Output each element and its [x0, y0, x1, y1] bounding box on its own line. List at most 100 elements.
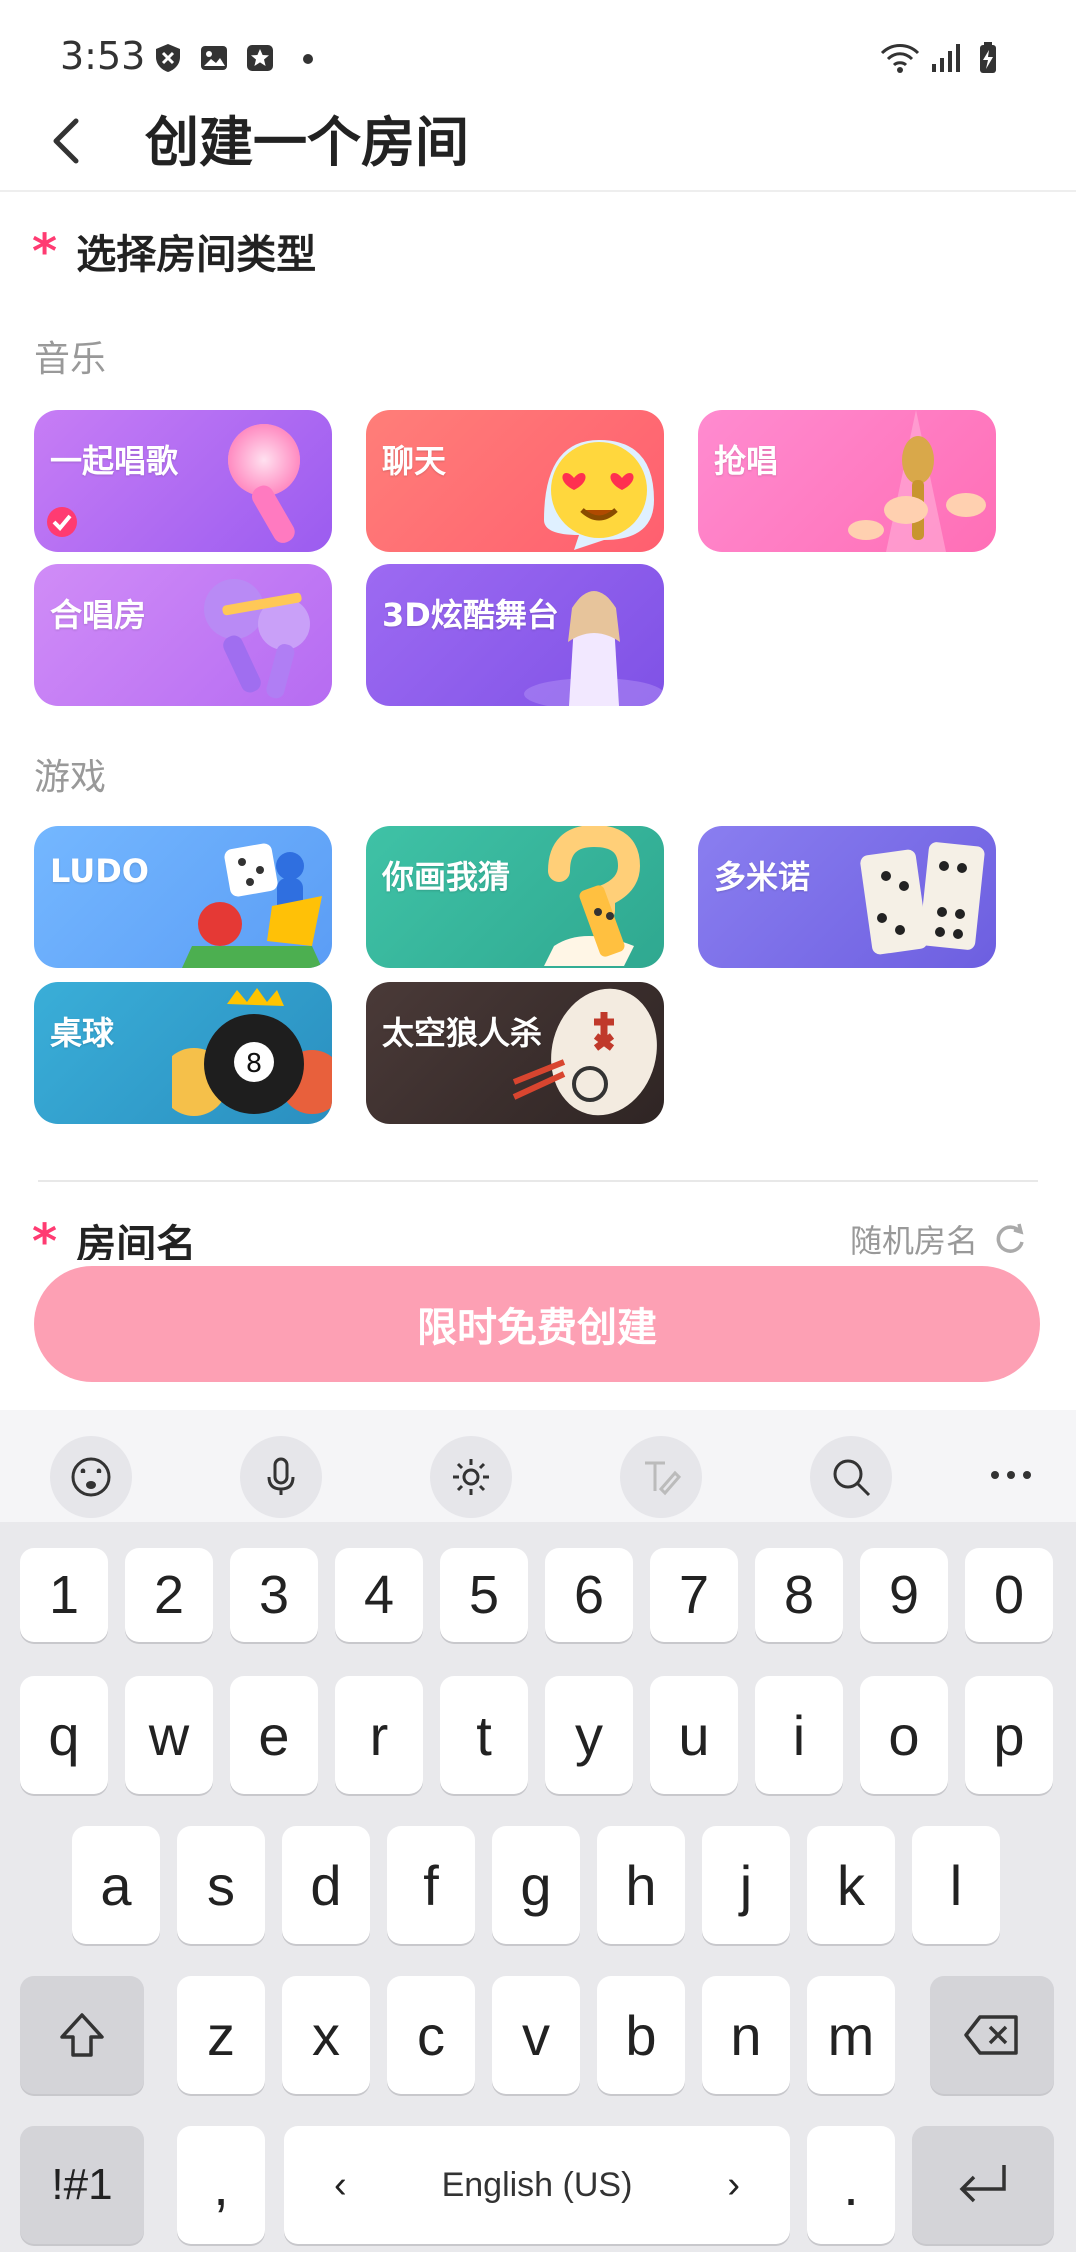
period-key[interactable]: . — [807, 2126, 895, 2244]
settings-icon — [453, 1459, 489, 1495]
key-j[interactable]: j — [702, 1826, 790, 1944]
key-m[interactable]: m — [807, 1976, 895, 2094]
werewolf-mask-icon — [512, 988, 657, 1116]
room-type-tile-draw-guess[interactable]: 你画我猜 — [366, 826, 664, 968]
domino-icon — [860, 842, 985, 955]
key-z[interactable]: z — [177, 1976, 265, 2094]
soft-keyboard: 1 2 3 4 5 6 7 8 9 0 q w e r t y u i o p … — [0, 1522, 1076, 2252]
group-title-games: 游戏 — [34, 757, 107, 798]
refresh-icon — [996, 1223, 1024, 1253]
key-2[interactable]: 2 — [125, 1548, 213, 1642]
tile-label: 你画我猜 — [382, 858, 511, 896]
key-c[interactable]: c — [387, 1976, 475, 2094]
room-type-tile-3d-stage[interactable]: 3D炫酷舞台 — [366, 564, 664, 706]
comma-key[interactable]: , — [177, 2126, 265, 2244]
key-p[interactable]: p — [965, 1676, 1053, 1794]
key-6[interactable]: 6 — [545, 1548, 633, 1642]
room-type-tile-sing-together[interactable]: 一起唱歌 — [34, 410, 332, 552]
double-mic-icon — [204, 579, 310, 699]
section-divider — [38, 1180, 1038, 1182]
key-8[interactable]: 8 — [755, 1548, 843, 1642]
keyboard-search-button[interactable] — [810, 1436, 892, 1518]
key-9[interactable]: 9 — [860, 1548, 948, 1642]
key-f[interactable]: f — [387, 1826, 475, 1944]
key-4[interactable]: 4 — [335, 1548, 423, 1642]
symbols-key[interactable]: !#1 — [20, 2126, 144, 2244]
key-v[interactable]: v — [492, 1976, 580, 2094]
required-star: * — [32, 1214, 58, 1260]
star-badge-icon — [247, 45, 273, 71]
room-type-tile-chorus[interactable]: 合唱房 — [34, 564, 332, 706]
svg-text:8: 8 — [246, 1049, 263, 1079]
more-options-button[interactable] — [980, 1444, 1042, 1506]
room-name-section-header: * 房间名 — [32, 1212, 196, 1260]
app-header: 创建一个房间 — [0, 90, 1076, 192]
room-type-tile-grab-sing[interactable]: 抢唱 — [698, 410, 996, 552]
search-icon — [833, 1459, 871, 1497]
wifi-icon — [880, 44, 920, 73]
space-bar[interactable]: ‹ English (US) › — [284, 2126, 790, 2244]
room-type-tile-chat[interactable]: 聊天 — [366, 410, 664, 552]
dot-icon — [303, 54, 313, 64]
key-t[interactable]: t — [440, 1676, 528, 1794]
voice-input-button[interactable] — [240, 1436, 322, 1518]
key-g[interactable]: g — [492, 1826, 580, 1944]
room-type-tile-ludo[interactable]: LUDO — [34, 826, 332, 968]
key-a[interactable]: a — [72, 1826, 160, 1944]
shift-key[interactable] — [20, 1976, 144, 2094]
handwriting-button[interactable] — [620, 1436, 702, 1518]
backspace-key[interactable] — [930, 1976, 1054, 2094]
key-l[interactable]: l — [912, 1826, 1000, 1944]
more-icon — [991, 1471, 1031, 1479]
enter-icon — [959, 2165, 1006, 2203]
key-r[interactable]: r — [335, 1676, 423, 1794]
status-time: 3:53 — [60, 34, 146, 78]
selected-check-icon — [47, 507, 77, 537]
key-3[interactable]: 3 — [230, 1548, 318, 1642]
key-h[interactable]: h — [597, 1826, 685, 1944]
handwriting-icon — [645, 1461, 682, 1496]
key-0[interactable]: 0 — [965, 1548, 1053, 1642]
billiard-ball-icon: 8 — [172, 988, 332, 1116]
key-e[interactable]: e — [230, 1676, 318, 1794]
key-b[interactable]: b — [597, 1976, 685, 2094]
microphone-icon — [228, 424, 300, 543]
key-s[interactable]: s — [177, 1826, 265, 1944]
keyboard-settings-button[interactable] — [430, 1436, 512, 1518]
key-o[interactable]: o — [860, 1676, 948, 1794]
ludo-dice-icon — [182, 843, 322, 968]
key-7[interactable]: 7 — [650, 1548, 738, 1642]
backspace-icon — [964, 2015, 1018, 2055]
key-x[interactable]: x — [282, 1976, 370, 2094]
back-arrow-icon[interactable] — [36, 106, 96, 176]
room-type-tile-billiards[interactable]: 桌球 8 — [34, 982, 332, 1124]
key-n[interactable]: n — [702, 1976, 790, 2094]
chevron-right-icon: › — [727, 2163, 740, 2206]
key-w[interactable]: w — [125, 1676, 213, 1794]
singer-avatar-icon — [524, 591, 664, 706]
tile-label: 聊天 — [382, 442, 447, 480]
key-1[interactable]: 1 — [20, 1548, 108, 1642]
key-5[interactable]: 5 — [440, 1548, 528, 1642]
tile-label: LUDO — [50, 852, 149, 890]
microphone-icon — [267, 1457, 295, 1495]
emoji-button[interactable] — [50, 1436, 132, 1518]
enter-key[interactable] — [912, 2126, 1054, 2244]
golden-mic-hands-icon — [848, 410, 986, 552]
key-d[interactable]: d — [282, 1826, 370, 1944]
heart-eyes-emoji-icon — [544, 440, 654, 550]
space-language-label: English (US) — [441, 2165, 633, 2204]
random-room-name-button[interactable]: 随机房名 — [850, 1216, 1028, 1262]
room-type-tile-domino[interactable]: 多米诺 — [698, 826, 996, 968]
required-star: * — [32, 224, 58, 280]
key-u[interactable]: u — [650, 1676, 738, 1794]
room-type-title: 选择房间类型 — [76, 232, 317, 278]
key-q[interactable]: q — [20, 1676, 108, 1794]
key-k[interactable]: k — [807, 1826, 895, 1944]
keyboard-toolbar — [0, 1410, 1076, 1522]
key-y[interactable]: y — [545, 1676, 633, 1794]
room-type-tile-werewolf[interactable]: 太空狼人杀 — [366, 982, 664, 1124]
create-room-button[interactable]: 限时免费创建 — [34, 1266, 1040, 1382]
battery-charging-icon — [980, 42, 996, 73]
key-i[interactable]: i — [755, 1676, 843, 1794]
